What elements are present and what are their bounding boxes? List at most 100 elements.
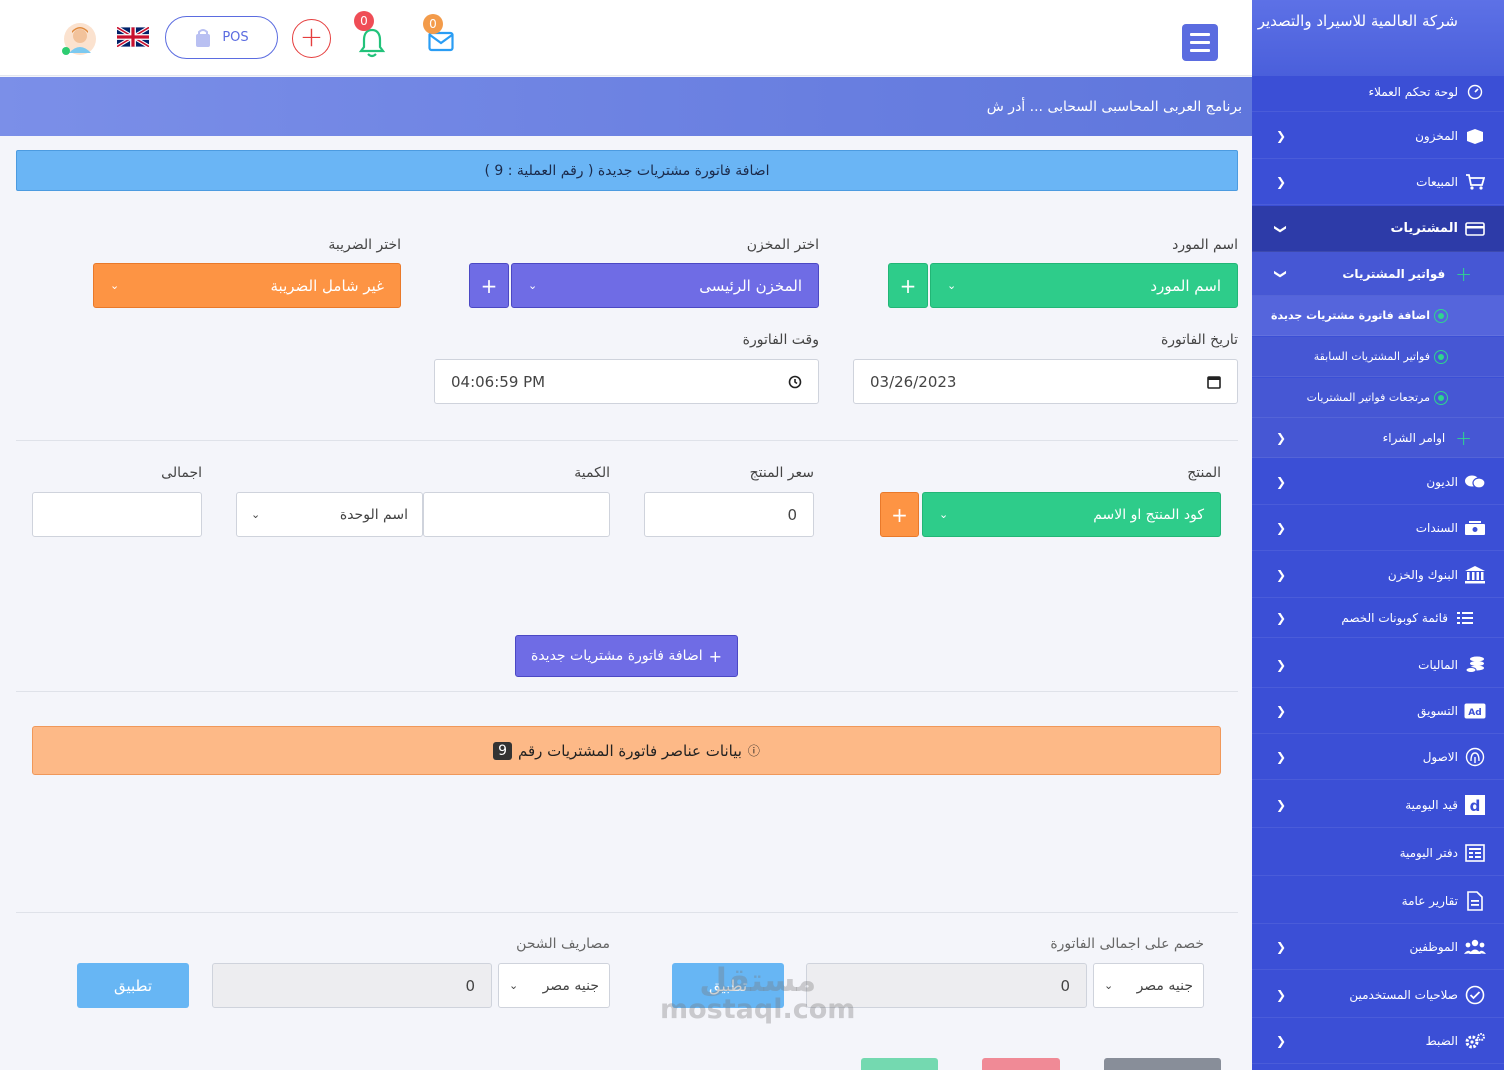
add-product-button[interactable]: + (880, 492, 919, 537)
divider (16, 912, 1238, 913)
plus-icon: + (1455, 425, 1472, 450)
unit-select[interactable]: اسم الوحدة ⌄ (236, 492, 423, 537)
dashboard-icon (1464, 83, 1486, 101)
chevron-down-icon: ⌄ (947, 279, 957, 292)
sidebar-item-label: فواتير المشتريات (1342, 266, 1446, 281)
supplier-select-value: اسم المورد (1150, 276, 1221, 295)
quick-add-button[interactable]: + (292, 19, 331, 58)
invoice-date-label: تاريخ الفاتورة (1160, 332, 1238, 348)
sidebar-item-employees[interactable]: الموظفين ❮ (1252, 924, 1504, 970)
sidebar-item-assets[interactable]: الاصول ❮ (1252, 734, 1504, 780)
total-label: اجمالى (161, 465, 202, 481)
sidebar-item-finances[interactable]: الماليات ❮ (1252, 642, 1504, 688)
sidebar-item-purchase-orders[interactable]: + اوامر الشراء ❮ (1252, 418, 1504, 458)
sidebar-item-label: الماليات (1418, 657, 1458, 672)
sidebar-item-banks[interactable]: البنوك والخزن ❮ (1252, 552, 1504, 598)
bank-icon (1464, 565, 1486, 584)
chevron-left-icon: ❮ (1276, 657, 1287, 672)
clock-icon[interactable] (788, 375, 802, 389)
sidebar-item-general-reports[interactable]: تقارير عامة (1252, 878, 1504, 924)
sidebar-item-marketing[interactable]: Ad التسويق ❮ (1252, 688, 1504, 734)
sidebar-item-label: الاصول (1422, 749, 1458, 764)
sidebar-item-user-permissions[interactable]: صلاحيات المستخدمين ❮ (1252, 972, 1504, 1018)
shipping-currency-select[interactable]: جنيه مصر ⌄ (498, 963, 610, 1008)
line-total-input[interactable] (32, 492, 202, 537)
invoice-time-input[interactable]: 04:06:59 PM (434, 359, 819, 404)
sidebar-item-label: فواتير المشتريات السابقة (1313, 350, 1430, 363)
info-circle-icon: ⓘ (747, 744, 760, 758)
add-purchase-invoice-label: اضافة فاتورة مشتريات جديدة (530, 648, 703, 664)
watermark-arabic: مستقل (699, 961, 817, 999)
product-price-input[interactable]: 0 (644, 492, 814, 537)
chevron-down-icon: ⌄ (251, 508, 261, 521)
sidebar-item-vouchers[interactable]: السندات ❮ (1252, 505, 1504, 551)
product-select[interactable]: كود المنتج او الاسم ⌄ (922, 492, 1221, 537)
invoice-number-badge: 9 (493, 741, 512, 760)
shipping-value-input[interactable]: 0 (212, 963, 492, 1008)
sidebar-item-purchases[interactable]: المشتريات ❮ (1252, 206, 1504, 252)
sidebar-item-label: الديون (1426, 474, 1458, 489)
chevron-down-icon: ⌄ (528, 279, 538, 292)
sidebar-item-purchase-invoices[interactable]: + فواتير المشتريات ❮ (1252, 252, 1504, 296)
sidebar-item-settings[interactable]: الضبط ❮ (1252, 1018, 1504, 1064)
pos-label: POS (222, 30, 249, 45)
sidebar-item-label: المشتريات (1390, 221, 1458, 236)
chevron-down-icon: ⌄ (110, 279, 120, 292)
dot-icon (1434, 390, 1448, 405)
invoice-date-input[interactable]: 03/26/2023 (853, 359, 1238, 404)
sidebar-item-journal-entry[interactable]: d قيد اليومية ❮ (1252, 782, 1504, 828)
delete-button[interactable] (982, 1058, 1060, 1070)
user-avatar[interactable] (62, 21, 98, 61)
gears-icon (1464, 1032, 1486, 1050)
sidebar-item-label: البنوك والخزن (1387, 567, 1458, 582)
shipping-apply-button[interactable]: تطبيق (77, 963, 189, 1008)
sidebar-item-label: مرتجعات فواتير المشتريات (1306, 391, 1430, 404)
add-purchase-invoice-button[interactable]: + اضافة فاتورة مشتريات جديدة (515, 635, 738, 677)
sidebar-item-label: السندات (1415, 520, 1458, 535)
tax-select-value: غير شامل الضريبة (270, 276, 384, 295)
sidebar-item-inventory[interactable]: المخزون ❮ (1252, 113, 1504, 159)
discount-currency-select[interactable]: جنيه مصر ⌄ (1093, 963, 1204, 1008)
tax-select[interactable]: غير شامل الضريبة ⌄ (93, 263, 401, 308)
supplier-select[interactable]: اسم المورد ⌄ (930, 263, 1238, 308)
bell-icon[interactable] (358, 27, 386, 63)
sidebar-item-previous-purchase-invoices[interactable]: فواتير المشتريات السابقة (1252, 337, 1504, 377)
store-select[interactable]: المخزن الرئيسى ⌄ (511, 263, 819, 308)
coins-icon (1464, 656, 1486, 674)
sidebar-item-label: دفتر اليومية (1399, 845, 1458, 860)
sidebar-item-label: قيد اليومية (1405, 797, 1458, 812)
chevron-left-icon: ❮ (1276, 430, 1287, 445)
sidebar-item-purchase-returns[interactable]: مرتجعات فواتير المشتريات (1252, 378, 1504, 418)
add-supplier-button[interactable]: + (888, 263, 928, 308)
plus-icon: + (1455, 261, 1472, 286)
sidebar-item-customer-dashboard[interactable]: لوحة تحكم العملاء (1252, 72, 1504, 112)
unit-select-value: اسم الوحدة (339, 506, 408, 523)
calendar-icon[interactable] (1207, 375, 1221, 389)
watermark-logo: مستقل mostaql.com (660, 961, 855, 1025)
divider (16, 691, 1238, 692)
sidebar-item-debts[interactable]: الديون ❮ (1252, 459, 1504, 505)
back-button[interactable] (1104, 1058, 1221, 1070)
tax-label: اختر الضريبة (328, 237, 401, 253)
chevron-up-icon: ❮ (1274, 268, 1289, 279)
sidebar-item-sales[interactable]: المبيعات ❮ (1252, 159, 1504, 205)
invoice-time-value: 04:06:59 PM (451, 372, 546, 391)
chevron-left-icon: ❮ (1276, 987, 1287, 1002)
save-button[interactable] (861, 1058, 938, 1070)
sidebar-item-discount-coupons[interactable]: قائمة كوبونات الخصم ❮ (1252, 598, 1504, 638)
sidebar-item-label: المبيعات (1416, 174, 1458, 189)
quantity-input[interactable] (423, 492, 610, 537)
chevron-left-icon: ❮ (1276, 610, 1287, 625)
menu-toggle-button[interactable] (1182, 24, 1218, 61)
add-store-button[interactable]: + (469, 263, 509, 308)
chevron-left-icon: ❮ (1276, 567, 1287, 582)
chat-icon (1464, 473, 1486, 491)
uk-flag-icon[interactable] (116, 25, 150, 51)
pos-button[interactable]: POS (165, 16, 278, 59)
divider (16, 440, 1238, 441)
sidebar-item-add-purchase-invoice[interactable]: اضافة فاتورة مشتريات جديدة (1252, 296, 1504, 336)
bell-count-badge: 0 (354, 11, 374, 31)
sidebar-item-journal-ledger[interactable]: دفتر اليومية (1252, 830, 1504, 876)
users-icon (1464, 938, 1486, 956)
ledger-icon (1464, 843, 1486, 862)
